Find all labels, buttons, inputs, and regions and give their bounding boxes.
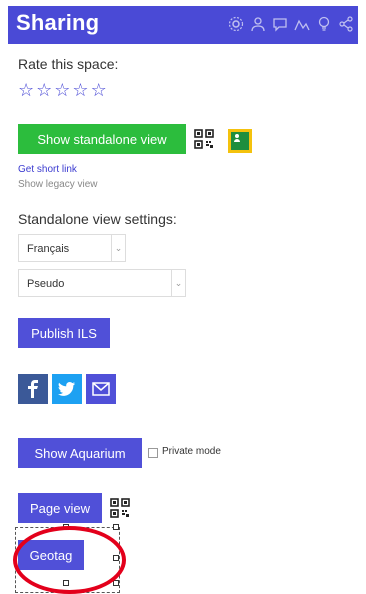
sharing-panel: Sharing Rate this space: ☆ ☆ ☆ ☆ ☆ Show …: [8, 6, 358, 594]
user-icon[interactable]: [250, 16, 266, 32]
name-mode-select[interactable]: Pseudo ⌄: [18, 269, 186, 297]
resize-handle-right[interactable]: [113, 555, 119, 561]
page-view-button[interactable]: Page view: [18, 493, 102, 523]
rate-label: Rate this space:: [18, 56, 119, 72]
private-mode-label: Private mode: [162, 446, 221, 457]
geotag-button[interactable]: Geotag: [18, 540, 84, 570]
show-aquarium-button[interactable]: Show Aquarium: [18, 438, 142, 468]
envelope-icon: [92, 382, 110, 396]
star-1[interactable]: ☆: [18, 81, 34, 99]
chevron-down-icon: ⌄: [171, 270, 185, 296]
chevron-down-icon: ⌄: [111, 235, 125, 261]
get-short-link[interactable]: Get short link: [18, 164, 77, 175]
name-mode-value: Pseudo: [27, 278, 65, 290]
chat-icon[interactable]: [272, 16, 288, 32]
publish-ils-button[interactable]: Publish ILS: [18, 318, 110, 348]
twitter-icon: [58, 382, 75, 396]
star-2[interactable]: ☆: [36, 81, 52, 99]
show-legacy-view-link[interactable]: Show legacy view: [18, 179, 97, 190]
panel-title: Sharing: [16, 10, 100, 35]
show-standalone-view-button[interactable]: Show standalone view: [18, 124, 186, 154]
resize-handle-top-right[interactable]: [113, 524, 119, 530]
gear-icon[interactable]: [228, 16, 244, 32]
rating-stars: ☆ ☆ ☆ ☆ ☆: [18, 81, 107, 99]
qr-code-icon[interactable]: [194, 129, 214, 149]
google-classroom-icon[interactable]: [228, 129, 252, 153]
language-value: Français: [27, 243, 70, 255]
language-select[interactable]: Français ⌄: [18, 234, 126, 262]
resize-handle-bottom[interactable]: [63, 580, 69, 586]
sharing-header: Sharing: [8, 6, 358, 44]
lightbulb-icon[interactable]: [316, 16, 332, 32]
private-mode-checkbox[interactable]: [148, 448, 158, 458]
resize-handle-bottom-right[interactable]: [113, 580, 119, 586]
share-icon[interactable]: [338, 16, 354, 32]
star-3[interactable]: ☆: [54, 81, 70, 99]
resize-handle-top[interactable]: [63, 524, 69, 530]
facebook-icon: [28, 380, 38, 398]
star-4[interactable]: ☆: [72, 81, 88, 99]
facebook-share-button[interactable]: [18, 374, 48, 404]
email-share-button[interactable]: [86, 374, 116, 404]
standalone-settings-label: Standalone view settings:: [18, 211, 177, 227]
twitter-share-button[interactable]: [52, 374, 82, 404]
activity-icon[interactable]: [294, 16, 310, 32]
qr-code-icon[interactable]: [110, 498, 130, 518]
star-5[interactable]: ☆: [91, 81, 107, 99]
header-toolbar: [228, 16, 354, 32]
